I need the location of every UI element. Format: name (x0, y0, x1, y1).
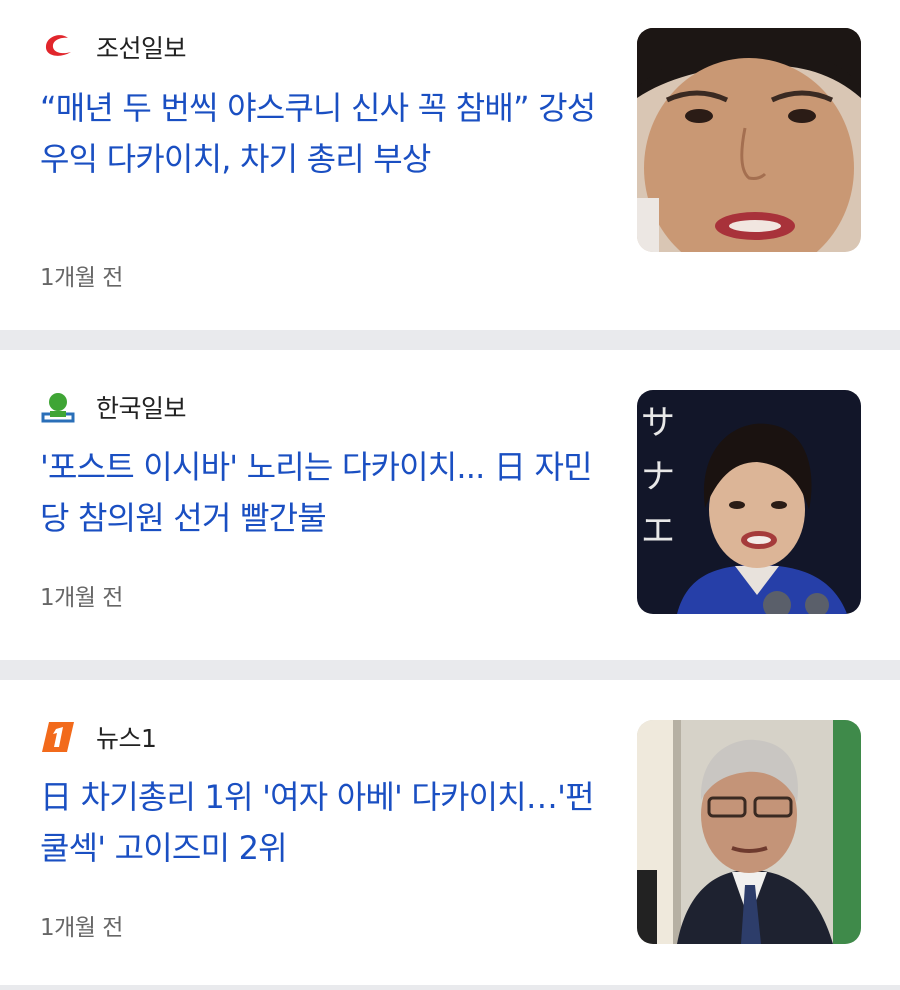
source-name[interactable]: 한국일보 (96, 389, 187, 425)
article-thumbnail[interactable] (637, 720, 861, 944)
chosun-logo-icon (40, 30, 76, 64)
article-headline[interactable]: 日 차기총리 1위 '여자 아베' 다카이치…'펀쿨섹' 고이즈미 2위 (40, 772, 615, 874)
news-feed: 조선일보 “매년 두 번씩 야스쿠니 신사 꼭 참배” 강성 우익 다카이치, … (0, 0, 900, 985)
news-card[interactable]: 한국일보 '포스트 이시바' 노리는 다카이치... 日 자민당 참의원 선거 … (0, 350, 900, 660)
svg-text:サ: サ (641, 403, 675, 443)
article-headline[interactable]: “매년 두 번씩 야스쿠니 신사 꼭 참배” 강성 우익 다카이치, 차기 총리… (40, 83, 615, 185)
article-thumbnail[interactable] (637, 28, 861, 252)
svg-text:ナ: ナ (641, 457, 675, 497)
article-time: 1개월 전 (40, 915, 123, 941)
source-row: 조선일보 (40, 29, 187, 65)
source-row: 한국일보 (40, 389, 187, 425)
news-card[interactable]: 조선일보 “매년 두 번씩 야스쿠니 신사 꼭 참배” 강성 우익 다카이치, … (0, 0, 900, 330)
svg-text:エ: エ (641, 511, 675, 551)
article-thumbnail[interactable]: サ ナ エ (637, 390, 861, 614)
hankook-logo-icon (40, 390, 76, 424)
article-time: 1개월 전 (40, 585, 123, 611)
news-card[interactable]: 뉴스1 日 차기총리 1위 '여자 아베' 다카이치…'펀쿨섹' 고이즈미 2위… (0, 680, 900, 985)
source-name[interactable]: 뉴스1 (96, 719, 157, 755)
source-name[interactable]: 조선일보 (96, 29, 187, 65)
news1-logo-icon (40, 720, 76, 754)
source-row: 뉴스1 (40, 719, 157, 755)
article-time: 1개월 전 (40, 265, 123, 291)
article-headline[interactable]: '포스트 이시바' 노리는 다카이치... 日 자민당 참의원 선거 빨간불 (40, 442, 615, 544)
